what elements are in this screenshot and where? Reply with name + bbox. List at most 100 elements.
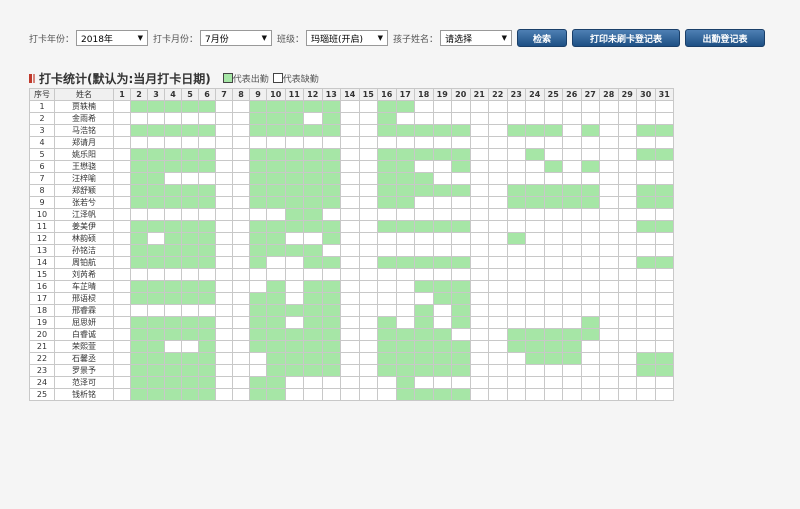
attendance-cell-present: [580, 184, 600, 197]
attendance-cell-absent: [599, 316, 619, 329]
attendance-cell-absent: [599, 268, 619, 281]
row-seq: 4: [29, 136, 55, 149]
attendance-cell-present: [181, 124, 199, 137]
attendance-cell-present: [432, 388, 452, 401]
attendance-cell-present: [636, 256, 656, 269]
attendance-cell-absent: [249, 136, 267, 149]
child-select[interactable]: 请选择 ▼: [440, 30, 513, 46]
attendance-cell-present: [451, 292, 471, 305]
chevron-down-icon: ▼: [501, 34, 508, 42]
attendance-cell-absent: [303, 112, 323, 125]
attendance-cell-present: [377, 160, 397, 173]
attendance-cell-present: [432, 184, 452, 197]
chevron-down-icon: ▼: [377, 34, 384, 42]
attendance-cell-absent: [358, 268, 378, 281]
attendance-cell-absent: [543, 256, 563, 269]
attendance-cell-present: [266, 244, 286, 257]
attendance-cell-present: [198, 148, 216, 161]
attendance-cell-present: [303, 196, 323, 209]
attendance-cell-absent: [340, 388, 360, 401]
attendance-cell-present: [395, 160, 415, 173]
attendance-cell-present: [181, 292, 199, 305]
attendance-cell-present: [414, 148, 434, 161]
print-unswiped-button[interactable]: 打印未刷卡登记表: [572, 29, 681, 47]
attendance-cell-absent: [488, 376, 508, 389]
attendance-cell-present: [543, 160, 563, 173]
attendance-cell-absent: [113, 148, 131, 161]
attendance-cell-absent: [469, 208, 489, 221]
attendance-cell-absent: [232, 340, 250, 353]
attendance-cell-absent: [215, 136, 233, 149]
attendance-cell-absent: [232, 292, 250, 305]
attendance-cell-present: [654, 220, 674, 233]
attendance-cell-present: [266, 364, 286, 377]
attendance-cell-present: [432, 220, 452, 233]
legend-present-swatch: [222, 73, 233, 83]
attendance-cell-present: [249, 304, 267, 317]
attendance-cell-absent: [215, 280, 233, 293]
month-select[interactable]: 7月份 ▼: [200, 30, 273, 46]
attendance-cell-absent: [636, 292, 656, 305]
attendance-cell-absent: [636, 280, 656, 293]
attendance-cell-absent: [147, 268, 165, 281]
attendance-cell-absent: [525, 364, 545, 377]
table-row: 6 王懋骁: [29, 160, 674, 173]
attendance-cell-present: [432, 292, 452, 305]
attendance-cell-present: [181, 352, 199, 365]
attendance-cell-absent: [130, 268, 148, 281]
attendance-cell-present: [395, 376, 415, 389]
attendance-cell-absent: [113, 316, 131, 329]
attendance-cell-present: [266, 220, 286, 233]
attendance-cell-present: [321, 304, 341, 317]
attendance-cell-present: [562, 328, 582, 341]
attendance-cell-absent: [654, 376, 674, 389]
attendance-cell-present: [266, 148, 286, 161]
attendance-cell-absent: [617, 172, 637, 185]
attendance-sheet-button[interactable]: 出勤登记表: [685, 29, 766, 47]
attendance-cell-present: [395, 124, 415, 137]
attendance-cell-present: [130, 124, 148, 137]
section-title: 打卡统计(默认为:当月打卡日期): [39, 71, 211, 86]
attendance-cell-absent: [432, 232, 452, 245]
attendance-cell-absent: [377, 268, 397, 281]
attendance-cell-present: [164, 100, 182, 113]
search-button[interactable]: 检索: [517, 29, 568, 47]
attendance-cell-absent: [321, 268, 341, 281]
year-select[interactable]: 2018年 ▼: [76, 30, 149, 46]
attendance-cell-present: [321, 352, 341, 365]
attendance-cell-absent: [580, 364, 600, 377]
attendance-cell-present: [377, 256, 397, 269]
attendance-cell-present: [249, 196, 267, 209]
header-day: 10: [266, 88, 286, 101]
attendance-cell-absent: [164, 172, 182, 185]
attendance-cell-present: [266, 184, 286, 197]
attendance-cell-absent: [654, 388, 674, 401]
attendance-cell-absent: [232, 100, 250, 113]
attendance-cell-absent: [414, 232, 434, 245]
attendance-cell-present: [414, 316, 434, 329]
attendance-cell-present: [147, 316, 165, 329]
attendance-cell-absent: [617, 196, 637, 209]
attendance-cell-present: [130, 100, 148, 113]
table-row: 5 姚乐阳: [29, 148, 674, 161]
attendance-cell-absent: [617, 268, 637, 281]
attendance-cell-absent: [506, 376, 526, 389]
attendance-cell-absent: [580, 340, 600, 353]
year-label: 打卡年份：: [29, 34, 75, 45]
row-seq: 6: [29, 160, 55, 173]
attendance-cell-present: [451, 160, 471, 173]
attendance-cell-present: [303, 208, 323, 221]
header-day: 28: [599, 88, 619, 101]
class-select[interactable]: 玛瑙班(开启) ▼: [306, 30, 389, 46]
attendance-cell-present: [198, 316, 216, 329]
attendance-cell-absent: [198, 268, 216, 281]
attendance-cell-absent: [414, 244, 434, 257]
attendance-cell-present: [303, 256, 323, 269]
table-row: 18 邢睿霖: [29, 304, 674, 317]
attendance-cell-absent: [395, 304, 415, 317]
attendance-cell-absent: [562, 232, 582, 245]
attendance-cell-absent: [562, 376, 582, 389]
row-seq: 12: [29, 232, 55, 245]
attendance-cell-absent: [543, 112, 563, 125]
attendance-cell-present: [181, 316, 199, 329]
